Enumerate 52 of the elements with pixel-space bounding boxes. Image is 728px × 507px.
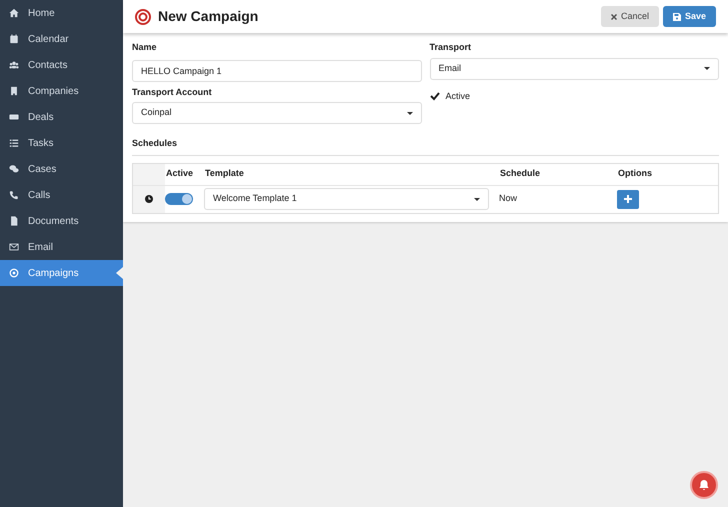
sidebar-item[interactable]: Tasks [0, 130, 123, 156]
pointer-notch [116, 267, 123, 279]
close-icon [610, 14, 617, 20]
checkbox-label: Active [446, 90, 470, 102]
list-icon [9, 138, 19, 148]
transport-select[interactable]: Email [430, 58, 719, 80]
save-button[interactable]: Save [662, 6, 716, 27]
column-header: Schedule [499, 167, 542, 180]
sidebar-item[interactable]: Documents [0, 208, 123, 234]
bell-icon [698, 479, 710, 491]
sidebar-item[interactable]: Cases [0, 156, 123, 182]
caret-icon [406, 112, 412, 114]
sidebar-item[interactable]: Companies [0, 78, 123, 104]
field-label: Transport Account [132, 86, 213, 99]
table-cell: Now [499, 193, 518, 204]
add-button[interactable] [617, 190, 639, 208]
toggle-switch[interactable] [165, 193, 193, 205]
caret-icon [474, 198, 480, 200]
template-select[interactable]: Welcome Template 1 [204, 188, 489, 210]
sidebar-item[interactable]: Campaigns [0, 260, 123, 286]
sidebar-item[interactable]: Home [0, 0, 123, 26]
page-title: New Campaign [158, 7, 258, 26]
phone-icon [9, 190, 19, 200]
clock-icon [145, 195, 153, 203]
name-input[interactable]: HELLO Campaign 1 [132, 60, 422, 82]
sidebar-item[interactable]: Contacts [0, 52, 123, 78]
calendar-icon [9, 34, 19, 44]
field-label: Name [132, 41, 158, 54]
field-label: Transport [430, 41, 472, 54]
house-icon [9, 8, 19, 18]
sidebar-item[interactable]: Email [0, 234, 123, 260]
sidebar-item[interactable]: Calendar [0, 26, 123, 52]
cancel-button[interactable]: Cancel [600, 6, 659, 27]
active-checkbox[interactable] [430, 90, 440, 100]
notification-button[interactable] [690, 471, 718, 499]
document-icon [9, 216, 19, 226]
sidebar-item[interactable]: Deals [0, 104, 123, 130]
target-icon [135, 8, 151, 24]
envelope-icon [9, 242, 19, 252]
column-header: Active [165, 167, 194, 180]
money-icon [9, 112, 19, 122]
target-icon [9, 268, 19, 278]
sidebar-item[interactable]: Calls [0, 182, 123, 208]
caret-icon [704, 67, 710, 70]
column-header: Template [204, 167, 245, 180]
plus-icon [624, 195, 632, 203]
transport-account-select[interactable]: Coinpal [132, 102, 422, 124]
people-icon [9, 60, 19, 70]
building-icon [9, 86, 19, 96]
column-header: Options [617, 167, 653, 180]
section-title: Schedules [132, 137, 719, 156]
chat-icon [9, 164, 19, 174]
